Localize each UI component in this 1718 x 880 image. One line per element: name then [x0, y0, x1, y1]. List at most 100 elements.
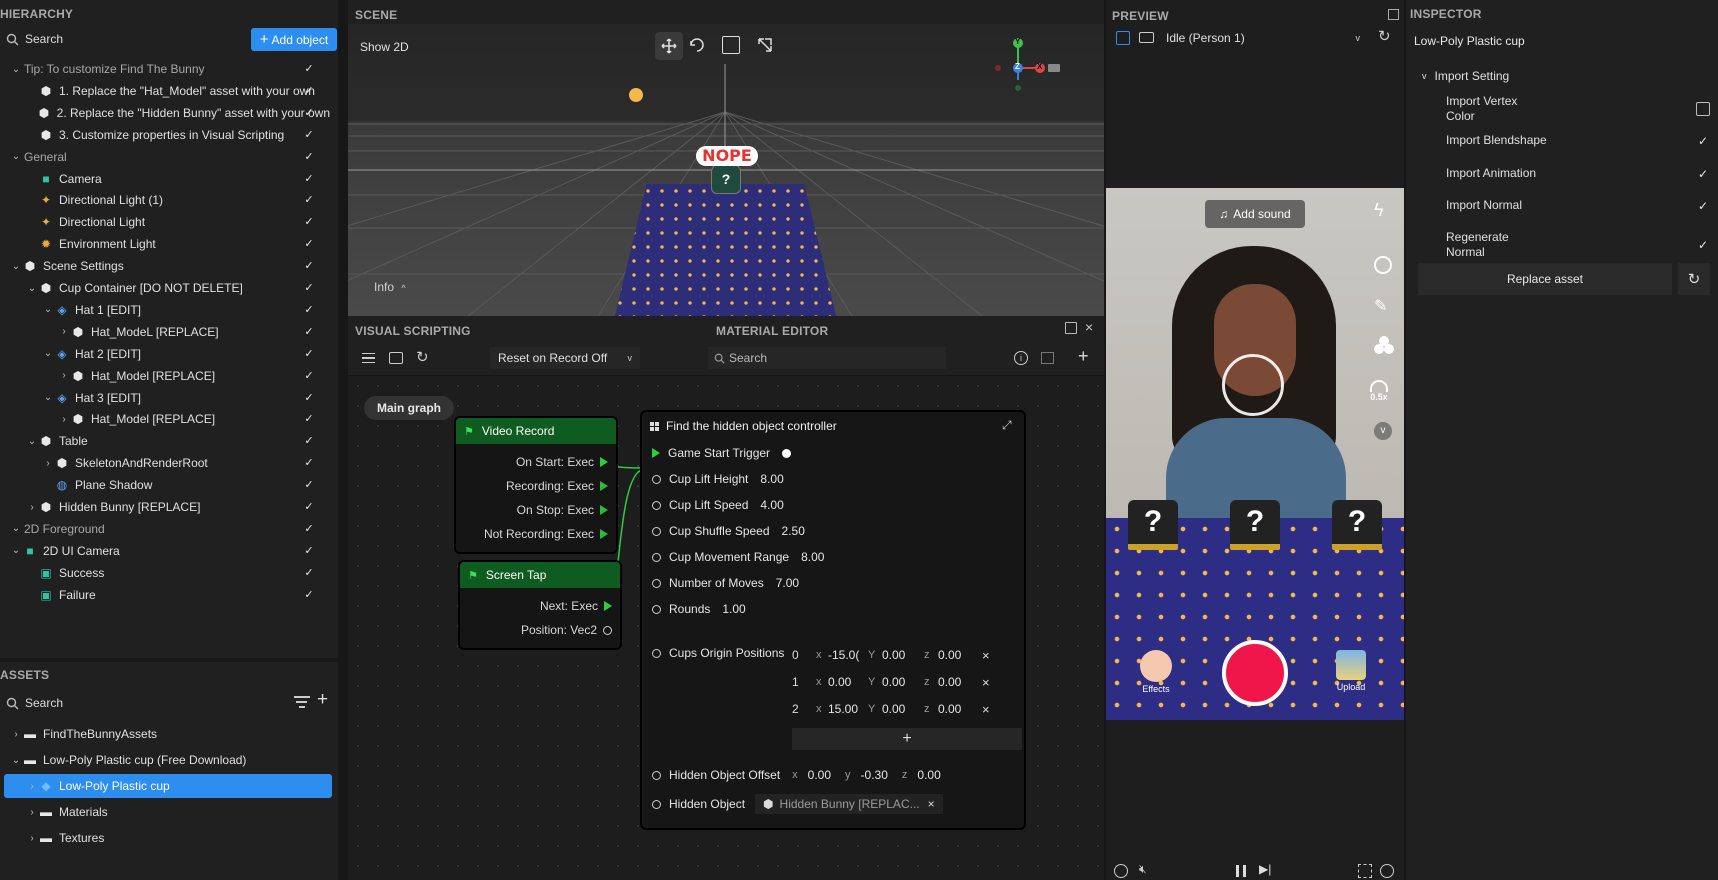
visibility-check-icon[interactable]: ✓ [302, 215, 316, 229]
tree-row[interactable]: ■ Camera ✓ [0, 167, 330, 191]
tree-row[interactable]: ⌄ ◈ Hat 1 [EDIT] ✓ [0, 298, 330, 322]
media-icon[interactable] [389, 352, 403, 364]
tree-row[interactable]: › ▬ FindTheBunnyAssets [0, 722, 330, 746]
property-value[interactable]: 1.00 [722, 602, 745, 616]
origin-z-value[interactable]: 0.00 [938, 702, 982, 716]
filters-icon[interactable] [1374, 336, 1394, 356]
close-icon[interactable]: × [1085, 319, 1093, 335]
rotate-tool-button[interactable] [688, 36, 708, 56]
visibility-check-icon[interactable]: ✓ [302, 434, 316, 448]
add-node-icon[interactable]: + [1078, 346, 1089, 367]
camera-view-icon[interactable] [1048, 64, 1060, 72]
unchecked-checkbox-icon[interactable] [1696, 102, 1710, 116]
chevron-down-icon[interactable]: ⌄ [10, 64, 22, 75]
chevron-down-icon[interactable]: ⌄ [42, 304, 54, 315]
cup-model[interactable]: ? [711, 164, 741, 194]
clear-icon[interactable]: × [928, 797, 935, 811]
property-value[interactable]: 4.00 [760, 498, 783, 512]
visibility-check-icon[interactable]: ✓ [302, 150, 316, 164]
hat-right[interactable]: ? [1332, 500, 1382, 550]
tree-row[interactable]: ⬢ 1. Replace the "Hat_Model" asset with y… [0, 79, 330, 103]
visibility-check-icon[interactable]: ✓ [302, 237, 316, 251]
origin-z-value[interactable]: 0.00 [938, 675, 982, 689]
tree-row[interactable]: ⬢ 2. Replace the "Hidden Bunny" asset wit… [0, 101, 330, 125]
chevron-down-icon[interactable]: ⌄ [10, 523, 22, 534]
chevron-right-icon[interactable]: › [26, 807, 38, 818]
property-value[interactable]: 7.00 [776, 576, 799, 590]
controller-property[interactable]: Cup Shuffle Speed 2.50 [652, 524, 805, 538]
refresh-icon[interactable]: ↻ [416, 348, 429, 366]
tree-row[interactable]: ✦ Directional Light ✓ [0, 210, 330, 234]
chevron-down-icon[interactable]: ⌄ [42, 392, 54, 403]
cups-origin-positions[interactable]: Cups Origin Positions [652, 646, 784, 660]
info-toggle[interactable]: Info ^ [374, 280, 406, 294]
chevron-down-icon[interactable]: ⌄ [26, 436, 38, 447]
light-gizmo-icon[interactable] [629, 88, 643, 102]
controller-property[interactable]: Rounds 1.00 [652, 602, 746, 616]
preview-viewport[interactable]: ? ? ? ♫ Add sound ϟ ✎ 0.5x v Effects Upl… [1106, 188, 1404, 720]
screen-tap-node[interactable]: ⚑ Screen Tap Next: Exec Position: Vec2 [458, 560, 622, 650]
record-preview-icon[interactable] [1380, 864, 1394, 878]
hat-middle[interactable]: ? [1230, 500, 1280, 550]
visibility-check-icon[interactable]: ✓ [302, 391, 316, 405]
hierarchy-search[interactable]: Search [6, 28, 216, 50]
visibility-check-icon[interactable]: ✓ [302, 128, 316, 142]
visibility-check-icon[interactable]: ✓ [302, 369, 316, 383]
effects-button[interactable]: Effects [1140, 650, 1172, 694]
tree-row[interactable]: ⌄ Tip: To customize Find The Bunny ✓ [0, 57, 330, 81]
tree-row[interactable]: › ⬢ Hat_Model [REPLACE] ✓ [0, 407, 330, 431]
origin-z-value[interactable]: 0.00 [938, 648, 982, 662]
tree-row[interactable]: ✦ Directional Light (1) ✓ [0, 188, 330, 212]
visibility-check-icon[interactable]: ✓ [302, 303, 316, 317]
table-model[interactable] [613, 184, 838, 316]
visibility-check-icon[interactable]: ✓ [302, 500, 316, 514]
scale-tool-button[interactable] [722, 36, 740, 54]
chevron-down-icon[interactable]: ⌄ [10, 151, 22, 162]
port-on-stop[interactable]: On Stop: Exec [517, 503, 608, 517]
tree-row[interactable]: ◍ Plane Shadow ✓ [0, 473, 330, 497]
origin-y-value[interactable]: 0.00 [882, 648, 924, 662]
material-search[interactable]: Search [708, 347, 946, 369]
port-on-start[interactable]: On Start: Exec [516, 455, 608, 469]
origin-x-value[interactable]: 0.00 [828, 675, 868, 689]
chevron-down-icon[interactable]: ⌄ [10, 261, 22, 272]
controller-property[interactable]: Number of Moves 7.00 [652, 576, 799, 590]
menu-icon[interactable] [362, 353, 375, 363]
upload-button[interactable]: Upload [1336, 650, 1366, 692]
show-2d-toggle[interactable]: Show 2D [360, 40, 409, 54]
scene-viewport[interactable]: ? NOPE Show 2D Info ^ Y Z X [348, 24, 1104, 316]
video-record-node[interactable]: ⚑ Video Record On Start: Exec Recording:… [454, 416, 618, 554]
tree-row[interactable]: ▣ Success ✓ [0, 561, 330, 585]
controller-property[interactable]: Cup Lift Speed 4.00 [652, 498, 784, 512]
visibility-check-icon[interactable]: ✓ [302, 84, 316, 98]
reload-asset-button[interactable]: ↻ [1678, 263, 1710, 295]
tree-row[interactable]: ⌄ 2D Foreground ✓ [0, 517, 330, 541]
tree-row[interactable]: › ⬢ SkeletonAndRenderRoot ✓ [0, 451, 330, 475]
next-frame-icon[interactable]: ▶| [1259, 862, 1271, 876]
graph-canvas[interactable]: Main graph ⚑ Video Record On Start: Exec… [348, 376, 1104, 880]
controller-node[interactable]: Find the hidden object controller ⤢ Game… [640, 410, 1026, 830]
tree-row[interactable]: ⌄ ⬢ Cup Container [DO NOT DELETE] ✓ [0, 276, 330, 300]
visibility-check-icon[interactable]: ✓ [302, 193, 316, 207]
add-origin-button[interactable]: + [792, 728, 1022, 750]
assets-search[interactable]: Search [6, 692, 256, 714]
tree-row[interactable]: › ▬ Materials [0, 800, 330, 824]
tree-row[interactable]: › ▬ Textures [0, 826, 330, 850]
visibility-check-icon[interactable]: ✓ [302, 522, 316, 536]
visibility-check-icon[interactable]: ✓ [302, 478, 316, 492]
visibility-check-icon[interactable]: ✓ [302, 106, 316, 120]
tree-row[interactable]: ⌄ General ✓ [0, 145, 330, 169]
origin-row[interactable]: 2 x 15.00 Y 0.00 z 0.00 × [792, 698, 1022, 720]
beauty-wand-icon[interactable]: ✎ [1374, 296, 1387, 316]
offset-x-value[interactable]: 0.00 [808, 768, 831, 782]
origin-row[interactable]: 1 x 0.00 Y 0.00 z 0.00 × [792, 671, 1022, 693]
chevron-down-icon[interactable]: ⌄ [42, 348, 54, 359]
tree-row[interactable]: ⌄ ⬢ Scene Settings ✓ [0, 254, 330, 278]
tree-row[interactable]: › ◆ Low-Poly Plastic cup [4, 774, 332, 798]
property-value[interactable]: 8.00 [760, 472, 783, 486]
tiktok-icon[interactable] [1114, 864, 1128, 878]
expand-icon[interactable]: ⤢ [1002, 418, 1012, 433]
remove-icon[interactable]: × [982, 675, 990, 690]
property-value[interactable]: 2.50 [782, 524, 805, 538]
flash-icon[interactable]: ϟ [1374, 200, 1384, 221]
